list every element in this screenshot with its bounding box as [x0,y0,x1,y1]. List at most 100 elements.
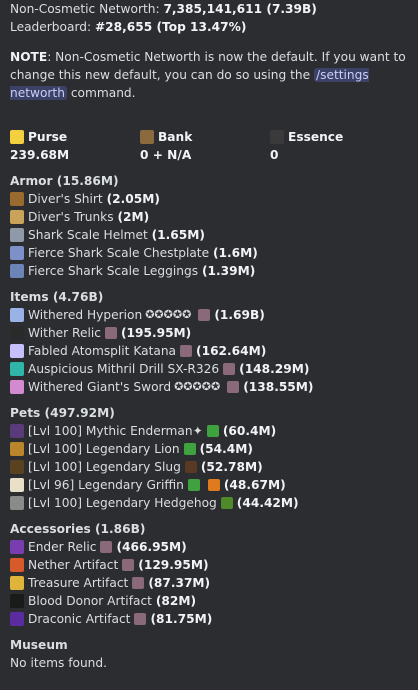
armor-heading: Armor (15.86M) [10,174,119,188]
summary-essence: Essence 0 [270,128,400,164]
accessory-item-icon [10,576,24,590]
accessory-value: (81.75M) [150,612,213,626]
summary-value: 0 [270,148,279,162]
accessory-item-icon [10,594,24,608]
pets-heading: Pets (497.92M) [10,406,115,420]
non-cosmetic-networth: Non-Cosmetic Networth: 7,385,141,611 (7.… [10,0,410,18]
summary-bank: Bank 0 + N/A [140,128,270,164]
armor-row: Fierce Shark Scale Chestplate (1.6M) [10,244,410,262]
armor-name: Diver's Shirt [28,192,103,206]
summary-label-row: Essence [270,128,400,146]
accessories-heading: Accessories (1.86B) [10,522,146,536]
item-row: Auspicious Mithril Drill SX-R326 (148.29M… [10,360,410,378]
networth-embed: Non-Cosmetic Networth: 7,385,141,611 (7.… [10,0,410,672]
pet-row: [Lvl 100] Legendary Lion (54.4M) [10,440,410,458]
accessory-name: Treasure Artifact [28,576,129,590]
armor-row: Diver's Trunks (2M) [10,208,410,226]
non-cosmetic-value: 7,385,141,611 (7.39B) [163,2,317,16]
summary-value-row: 0 [270,146,400,164]
gold-ingot-icon [10,130,24,144]
summary-label: Purse [28,130,68,144]
pet-held-item-icon [184,461,197,473]
pet-item-icon [10,442,24,456]
accessory-value: (129.95M) [138,558,209,572]
pet-value: (60.4M) [222,424,277,438]
armor-row: Diver's Shirt (2.05M) [10,190,410,208]
enchant-badge-icon [122,559,135,571]
accessory-item-icon [10,540,24,554]
ender-eye-icon [270,130,284,144]
accessory-row: Draconic Artifact (81.75M) [10,610,410,628]
item-name: Wither Relic [28,326,101,340]
pet-item-icon [10,478,24,492]
note-label: NOTE [10,50,48,64]
accessory-row: Nether Artifact (129.95M) [10,556,410,574]
armor-name: Shark Scale Helmet [28,228,148,242]
armor-value: (2M) [117,210,150,224]
summary-value-row: 0 + N/A [140,146,270,164]
accessory-item-icon [10,558,24,572]
pet-name: [Lvl 96] Legendary Griffin [28,478,184,492]
summary-value: 0 + N/A [140,148,192,162]
accessory-row: Treasure Artifact (87.37M) [10,574,410,592]
pet-item-icon [10,424,24,438]
leaderboard: Leaderboard: #28,655 (Top 13.47%) [10,18,410,36]
pet-name: [Lvl 100] Legendary Slug [28,460,181,474]
accessory-row: Blood Donor Artifact (82M) [10,592,410,610]
item-row: Withered Hyperion ✪✪✪✪✪ (1.69B) [10,306,410,324]
armor-name: Diver's Trunks [28,210,114,224]
chest-icon [140,130,154,144]
accessory-row: Ender Relic (466.95M) [10,538,410,556]
item-item-icon [10,362,24,376]
armor-name: Fierce Shark Scale Leggings [28,264,199,278]
enchant-badge-icon [100,541,113,553]
accessory-item-icon [10,612,24,626]
pet-held-item-icon [220,497,233,509]
items-heading: Items (4.76B) [10,290,104,304]
pet-held-item-icon [207,479,220,491]
summary-purse: Purse 239.68M [10,128,140,164]
armor-list: Diver's Shirt (2.05M) Diver's Trunks (2M)… [10,190,410,280]
item-item-icon [10,380,24,394]
accessory-name: Blood Donor Artifact [28,594,152,608]
item-item-icon [10,344,24,358]
item-value: (162.64M) [196,344,267,358]
item-name: Auspicious Mithril Drill SX-R326 [28,362,220,376]
armor-item-icon [10,192,24,206]
non-cosmetic-label: Non-Cosmetic Networth: [10,2,160,16]
armor-item-icon [10,228,24,242]
item-name: Withered Hyperion [28,308,143,322]
note-tail: command. [66,86,136,100]
enchant-badge-icon [104,327,117,339]
armor-row: Fierce Shark Scale Leggings (1.39M) [10,262,410,280]
museum-empty-text: No items found. [10,656,108,670]
armor-item-icon [10,246,24,260]
pet-row: [Lvl 100] Mythic Enderman ✦ (60.4M) [10,422,410,440]
armor-row: Shark Scale Helmet (1.65M) [10,226,410,244]
pet-value: (48.67M) [223,478,286,492]
items-list: Withered Hyperion ✪✪✪✪✪ (1.69B) Wither Reli… [10,306,410,396]
accessory-name: Draconic Artifact [28,612,131,626]
pet-name: [Lvl 100] Mythic Enderman [28,424,193,438]
enchant-badge-icon [134,613,147,625]
item-name: Withered Giant's Sword [28,380,172,394]
summary-value-row: 239.68M [10,146,140,164]
pet-held-item-icon [183,443,196,455]
item-row: Fabled Atomsplit Katana (162.64M) [10,342,410,360]
item-value: (138.55M) [243,380,314,394]
accessories-list: Ender Relic (466.95M) Nether Artifact (129.… [10,538,410,628]
summary-value: 239.68M [10,148,70,162]
accessory-name: Ender Relic [28,540,97,554]
summary-label-row: Purse [10,128,140,146]
museum-heading: Museum [10,638,68,652]
pet-skin-icon: ✦ [192,424,203,438]
enchant-badge-icon [198,309,211,321]
armor-name: Fierce Shark Scale Chestplate [28,246,210,260]
note-text: NOTE: Non-Cosmetic Networth is now the d… [10,48,410,102]
pet-name: [Lvl 100] Legendary Hedgehog [28,496,217,510]
dungeon-stars: ✪✪✪✪✪ [174,380,221,393]
item-name: Fabled Atomsplit Katana [28,344,177,358]
armor-item-icon [10,264,24,278]
leaderboard-label: Leaderboard: [10,20,92,34]
item-value: (148.29M) [239,362,310,376]
